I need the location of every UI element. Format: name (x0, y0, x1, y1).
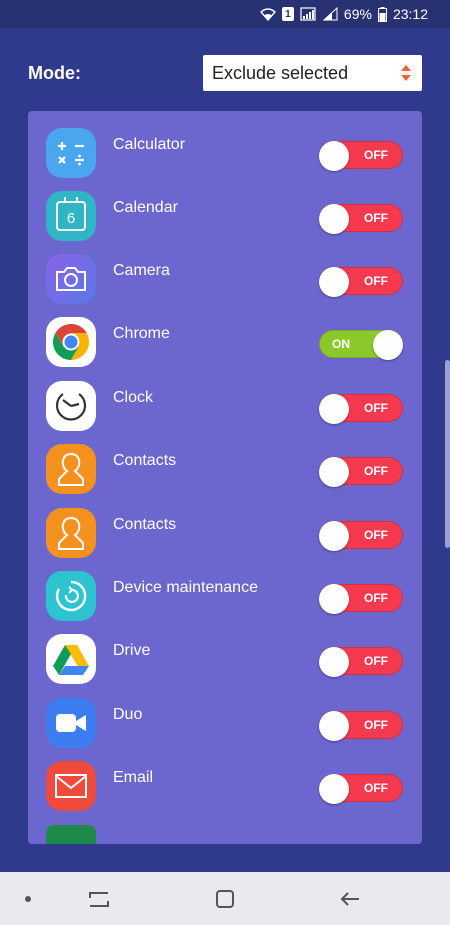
app-name: Email (113, 769, 154, 786)
navigation-bar (0, 872, 450, 925)
toggle-knob (319, 647, 349, 677)
app-icon-partial (46, 825, 96, 844)
mode-label: Mode: (28, 63, 81, 83)
mode-selected-value: Exclude selected (212, 62, 349, 83)
list-item[interactable]: Clock OFF (28, 381, 422, 444)
toggle-knob (319, 521, 349, 551)
toggle-knob (319, 141, 349, 171)
toggle-knob (319, 457, 349, 487)
list-item-partial[interactable] (28, 825, 422, 844)
app-name: Drive (113, 642, 151, 659)
toggle-duo[interactable]: OFF (319, 711, 403, 741)
list-item[interactable]: Calculator OFF (28, 128, 422, 191)
signal-strength-icon (322, 7, 338, 21)
app-name: Device maintenance (113, 579, 258, 596)
toggle-calendar[interactable]: OFF (319, 204, 403, 234)
toggle-knob (319, 711, 349, 741)
toggle-chrome[interactable]: ON (319, 330, 403, 360)
list-item[interactable]: Contacts OFF (28, 508, 422, 571)
toggle-email[interactable]: OFF (319, 774, 403, 804)
home-icon[interactable] (212, 886, 238, 912)
scrollbar[interactable] (445, 360, 450, 548)
dot-icon[interactable] (25, 896, 31, 902)
calendar-icon: 6 (46, 191, 96, 241)
duo-icon (46, 698, 96, 748)
list-item[interactable]: Email OFF (28, 761, 422, 824)
toggle-contacts-2[interactable]: OFF (319, 521, 403, 551)
camera-icon (46, 254, 96, 304)
back-icon[interactable] (337, 886, 363, 912)
list-item[interactable]: Chrome ON (28, 317, 422, 380)
list-item[interactable]: Drive OFF (28, 634, 422, 697)
toggle-clock[interactable]: OFF (319, 394, 403, 424)
clock-time: 23:12 (392, 6, 428, 22)
battery-icon (377, 6, 387, 22)
chrome-icon (46, 317, 96, 367)
toggle-knob (319, 584, 349, 614)
app-list-panel[interactable]: Calculator OFF 6 Calendar OFF Camera OFF… (28, 111, 422, 844)
device-maintenance-icon (46, 571, 96, 621)
toggle-knob (373, 330, 403, 360)
toggle-device-maintenance[interactable]: OFF (319, 584, 403, 614)
app-name: Camera (113, 262, 170, 279)
list-item[interactable]: Duo OFF (28, 698, 422, 761)
wifi-icon (259, 8, 276, 21)
drive-icon (46, 634, 96, 684)
app-name: Contacts (113, 516, 177, 533)
sim-badge: 1 (281, 7, 294, 21)
toggle-knob (319, 774, 349, 804)
app-name: Duo (113, 706, 143, 723)
list-item[interactable]: Camera OFF (28, 254, 422, 317)
list-item[interactable]: Device maintenance OFF (28, 571, 422, 634)
app-name: Contacts (113, 452, 177, 469)
calculator-icon (46, 128, 96, 178)
toggle-knob (319, 267, 349, 297)
toggle-contacts[interactable]: OFF (319, 457, 403, 487)
clock-icon (46, 381, 96, 431)
signal-icon (300, 7, 316, 21)
app-name: Calculator (113, 136, 186, 153)
toggle-knob (319, 394, 349, 424)
app-name: Chrome (113, 325, 170, 342)
mode-dropdown[interactable]: Exclude selected (203, 55, 422, 91)
toggle-camera[interactable]: OFF (319, 267, 403, 297)
list-item[interactable]: Contacts OFF (28, 444, 422, 507)
email-icon (46, 761, 96, 811)
updown-arrows-icon (401, 65, 411, 81)
status-bar: 1 69% 23:12 (0, 0, 450, 28)
toggle-drive[interactable]: OFF (319, 647, 403, 677)
app-name: Calendar (113, 199, 178, 216)
app-name: Clock (113, 389, 154, 406)
mode-row: Mode: Exclude selected (28, 55, 422, 91)
contacts-icon (46, 508, 96, 558)
battery-percent: 69% (343, 6, 372, 22)
toggle-calculator[interactable]: OFF (319, 141, 403, 171)
contacts-icon (46, 444, 96, 494)
toggle-knob (319, 204, 349, 234)
list-item[interactable]: 6 Calendar OFF (28, 191, 422, 254)
recents-icon[interactable] (86, 886, 112, 912)
